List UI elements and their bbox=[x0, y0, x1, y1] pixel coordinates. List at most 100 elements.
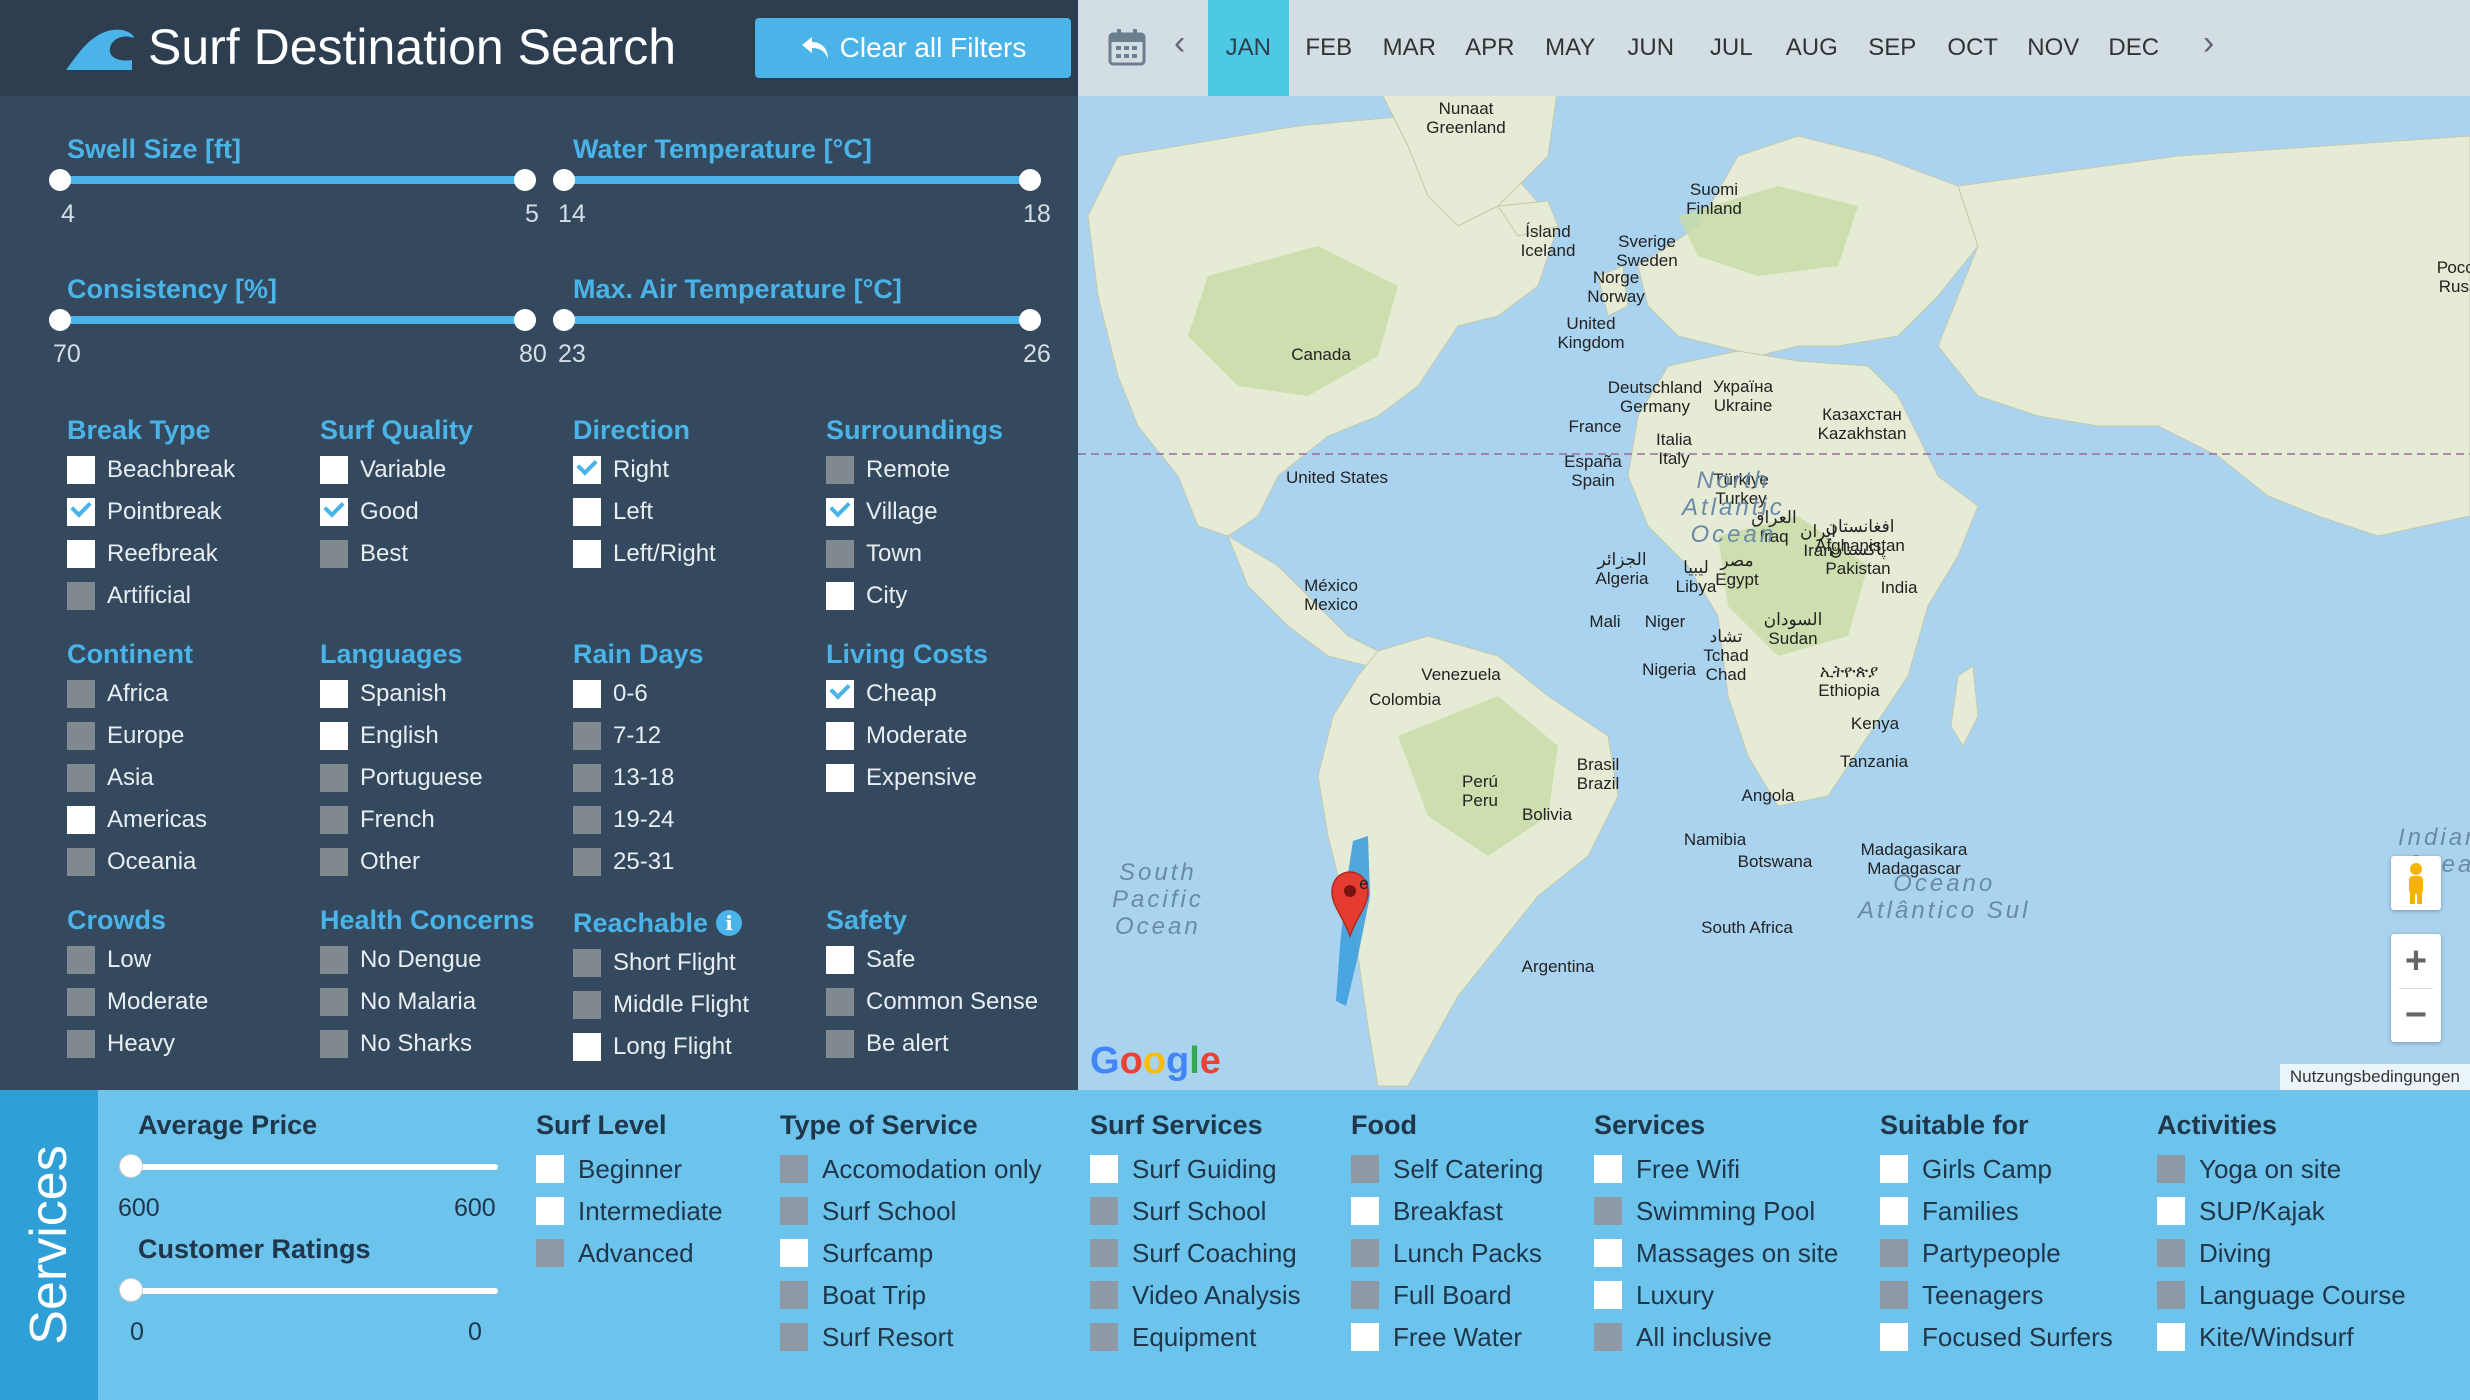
filter-option-boat-trip[interactable]: Boat Trip bbox=[780, 1274, 1042, 1316]
checkbox-checked[interactable] bbox=[826, 498, 854, 526]
filter-option-no-dengue[interactable]: No Dengue bbox=[320, 939, 570, 981]
checkbox[interactable] bbox=[780, 1155, 808, 1183]
filter-option-surf-guiding[interactable]: Surf Guiding bbox=[1090, 1148, 1301, 1190]
filter-option-25-31[interactable]: 25-31 bbox=[573, 841, 823, 883]
filter-option-lunch-packs[interactable]: Lunch Packs bbox=[1351, 1232, 1543, 1274]
services-tab[interactable]: Services bbox=[0, 1090, 98, 1400]
filter-option-village[interactable]: Village bbox=[826, 491, 1076, 533]
customer-ratings-slider[interactable]: Customer Ratings 0 0 bbox=[118, 1234, 498, 1354]
checkbox[interactable] bbox=[1090, 1155, 1118, 1183]
checkbox[interactable] bbox=[67, 806, 95, 834]
checkbox-checked[interactable] bbox=[573, 456, 601, 484]
filter-option-luxury[interactable]: Luxury bbox=[1594, 1274, 1838, 1316]
slider-handle[interactable] bbox=[119, 1154, 143, 1178]
checkbox[interactable] bbox=[67, 582, 95, 610]
filter-option-cheap[interactable]: Cheap bbox=[826, 673, 1076, 715]
checkbox[interactable] bbox=[1594, 1281, 1622, 1309]
filter-option-english[interactable]: English bbox=[320, 715, 570, 757]
checkbox[interactable] bbox=[573, 680, 601, 708]
filter-option-heavy[interactable]: Heavy bbox=[67, 1023, 317, 1065]
checkbox[interactable] bbox=[826, 946, 854, 974]
slider-min-handle[interactable] bbox=[553, 309, 575, 331]
slider-min-handle[interactable] bbox=[49, 169, 71, 191]
filter-option-asia[interactable]: Asia bbox=[67, 757, 317, 799]
filter-option-common-sense[interactable]: Common Sense bbox=[826, 981, 1076, 1023]
checkbox[interactable] bbox=[320, 540, 348, 568]
filter-option-safe[interactable]: Safe bbox=[826, 939, 1076, 981]
checkbox[interactable] bbox=[780, 1281, 808, 1309]
checkbox[interactable] bbox=[2157, 1323, 2185, 1351]
month-tab-jul[interactable]: JUL bbox=[1691, 0, 1772, 96]
average-price-slider[interactable]: Average Price 600 600 bbox=[118, 1110, 498, 1230]
filter-option-reefbreak[interactable]: Reefbreak bbox=[67, 533, 317, 575]
checkbox-checked[interactable] bbox=[826, 680, 854, 708]
filter-option-spanish[interactable]: Spanish bbox=[320, 673, 570, 715]
filter-option-portuguese[interactable]: Portuguese bbox=[320, 757, 570, 799]
filter-option-best[interactable]: Best bbox=[320, 533, 570, 575]
filter-option-families[interactable]: Families bbox=[1880, 1190, 2113, 1232]
filter-option-7-12[interactable]: 7-12 bbox=[573, 715, 823, 757]
filter-option-sup-kajak[interactable]: SUP/Kajak bbox=[2157, 1190, 2406, 1232]
checkbox[interactable] bbox=[573, 722, 601, 750]
max-air-temperature-slider[interactable]: Max. Air Temperature [°C] 23 26 bbox=[553, 274, 1053, 384]
month-tab-jun[interactable]: JUN bbox=[1611, 0, 1692, 96]
filter-option-0-6[interactable]: 0-6 bbox=[573, 673, 823, 715]
filter-option-europe[interactable]: Europe bbox=[67, 715, 317, 757]
filter-option-equipment[interactable]: Equipment bbox=[1090, 1316, 1301, 1358]
checkbox[interactable] bbox=[826, 722, 854, 750]
filter-option-breakfast[interactable]: Breakfast bbox=[1351, 1190, 1543, 1232]
filter-option-13-18[interactable]: 13-18 bbox=[573, 757, 823, 799]
checkbox[interactable] bbox=[1880, 1281, 1908, 1309]
checkbox[interactable] bbox=[67, 764, 95, 792]
checkbox[interactable] bbox=[1880, 1323, 1908, 1351]
checkbox[interactable] bbox=[536, 1197, 564, 1225]
month-tab-jan[interactable]: JAN bbox=[1208, 0, 1289, 96]
checkbox[interactable] bbox=[780, 1323, 808, 1351]
checkbox[interactable] bbox=[2157, 1197, 2185, 1225]
checkbox[interactable] bbox=[1090, 1323, 1118, 1351]
checkbox[interactable] bbox=[320, 764, 348, 792]
filter-option-expensive[interactable]: Expensive bbox=[826, 757, 1076, 799]
checkbox[interactable] bbox=[1090, 1281, 1118, 1309]
filter-option-intermediate[interactable]: Intermediate bbox=[536, 1190, 723, 1232]
checkbox[interactable] bbox=[1594, 1323, 1622, 1351]
slider-track[interactable] bbox=[564, 176, 1030, 184]
filter-option-kite-windsurf[interactable]: Kite/Windsurf bbox=[2157, 1316, 2406, 1358]
filter-option-surf-school[interactable]: Surf School bbox=[780, 1190, 1042, 1232]
checkbox[interactable] bbox=[573, 949, 601, 977]
filter-option-accomodation-only[interactable]: Accomodation only bbox=[780, 1148, 1042, 1190]
checkbox[interactable] bbox=[67, 1030, 95, 1058]
checkbox[interactable] bbox=[320, 456, 348, 484]
checkbox[interactable] bbox=[573, 540, 601, 568]
filter-option-diving[interactable]: Diving bbox=[2157, 1232, 2406, 1274]
swell-size-slider[interactable]: Swell Size [ft] 4 5 bbox=[49, 134, 547, 244]
checkbox[interactable] bbox=[573, 806, 601, 834]
slider-track[interactable] bbox=[60, 176, 526, 184]
filter-option-middle-flight[interactable]: Middle Flight bbox=[573, 984, 823, 1026]
checkbox[interactable] bbox=[320, 848, 348, 876]
filter-option-full-board[interactable]: Full Board bbox=[1351, 1274, 1543, 1316]
checkbox[interactable] bbox=[826, 456, 854, 484]
filter-option-free-wifi[interactable]: Free Wifi bbox=[1594, 1148, 1838, 1190]
filter-option-remote[interactable]: Remote bbox=[826, 449, 1076, 491]
checkbox[interactable] bbox=[1090, 1239, 1118, 1267]
checkbox[interactable] bbox=[1594, 1155, 1622, 1183]
month-tab-feb[interactable]: FEB bbox=[1289, 0, 1370, 96]
filter-option-low[interactable]: Low bbox=[67, 939, 317, 981]
filter-option-moderate[interactable]: Moderate bbox=[67, 981, 317, 1023]
month-tab-dec[interactable]: DEC bbox=[2094, 0, 2175, 96]
filter-option-surfcamp[interactable]: Surfcamp bbox=[780, 1232, 1042, 1274]
zoom-out-button[interactable]: − bbox=[2391, 988, 2441, 1042]
calendar-icon[interactable] bbox=[1108, 28, 1146, 66]
filter-option-americas[interactable]: Americas bbox=[67, 799, 317, 841]
filter-option-other[interactable]: Other bbox=[320, 841, 570, 883]
checkbox[interactable] bbox=[573, 764, 601, 792]
filter-option-all-inclusive[interactable]: All inclusive bbox=[1594, 1316, 1838, 1358]
filter-option-variable[interactable]: Variable bbox=[320, 449, 570, 491]
checkbox[interactable] bbox=[320, 946, 348, 974]
filter-option-city[interactable]: City bbox=[826, 575, 1076, 617]
filter-option-no-sharks[interactable]: No Sharks bbox=[320, 1023, 570, 1065]
checkbox[interactable] bbox=[67, 680, 95, 708]
checkbox[interactable] bbox=[573, 1033, 601, 1061]
slider-track[interactable] bbox=[564, 316, 1030, 324]
